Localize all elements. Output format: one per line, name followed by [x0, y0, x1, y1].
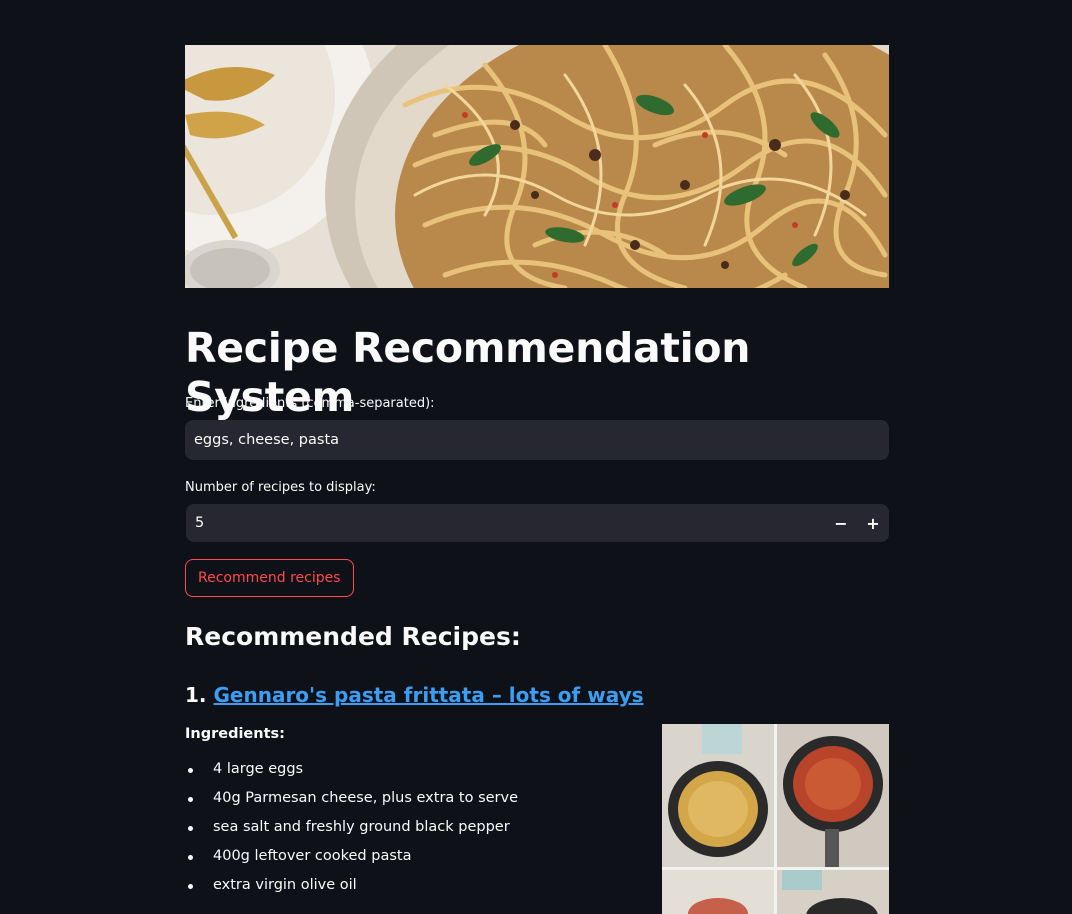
- recipe-image: [662, 724, 889, 914]
- ingredients-field-label: Enter ingredients (comma-separated):: [185, 396, 435, 411]
- page-title: Recipe Recommendation System: [185, 324, 751, 422]
- recipe-count-input[interactable]: [195, 515, 825, 531]
- recipe-link[interactable]: Gennaro's pasta frittata – lots of ways: [213, 683, 643, 707]
- main-container: Recipe Recommendation System Enter ingre…: [185, 45, 889, 914]
- decrement-button[interactable]: −: [825, 504, 857, 542]
- ingredients-input[interactable]: [194, 432, 880, 448]
- recipe-count-field-label: Number of recipes to display:: [185, 480, 376, 495]
- recipe-details: Ingredients: 4 large eggs 40g Parmesan c…: [185, 724, 889, 914]
- recipe-title: 1. Gennaro's pasta frittata – lots of wa…: [185, 682, 889, 708]
- increment-button[interactable]: +: [857, 504, 889, 542]
- recipe-number: 1.: [185, 683, 207, 707]
- hero-pasta-image: [185, 45, 889, 288]
- ingredients-input-wrapper[interactable]: [185, 420, 889, 460]
- recommend-recipes-button[interactable]: Recommend recipes: [185, 559, 354, 597]
- results-heading: Recommended Recipes:: [185, 622, 521, 651]
- recipe-count-stepper[interactable]: − +: [186, 504, 889, 542]
